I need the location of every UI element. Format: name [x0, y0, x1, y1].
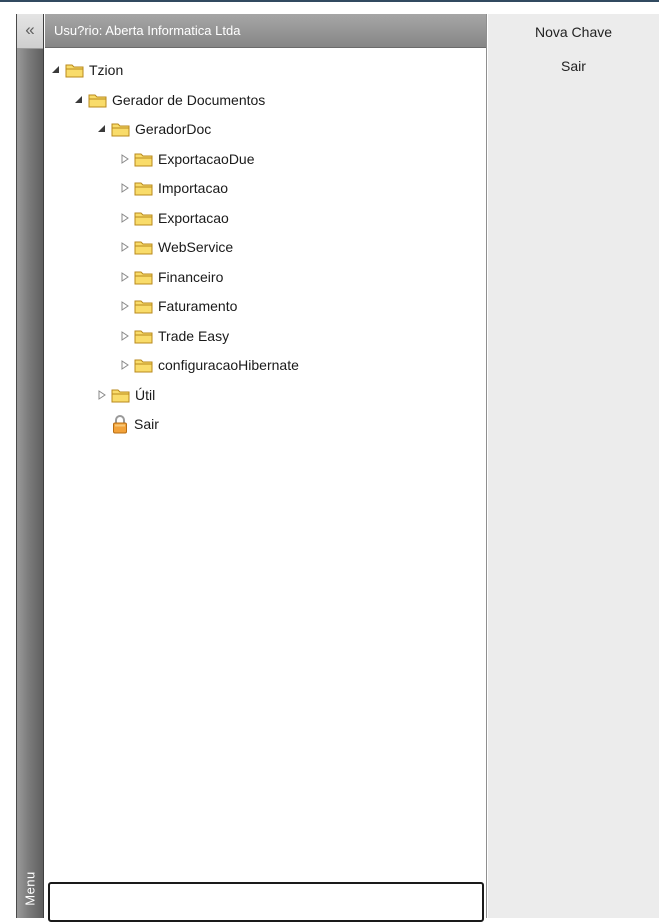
tree-panel: Usu?rio: Aberta Informatica Ltda Tzion G… — [45, 14, 487, 922]
menu-vertical-label: Menu — [22, 871, 38, 906]
tree-node-faturamento[interactable]: Faturamento — [120, 294, 237, 318]
folder-open-icon — [111, 121, 131, 137]
collapsed-arrow-icon[interactable] — [120, 154, 130, 164]
tree-node-label: Gerador de Documentos — [112, 92, 266, 108]
tree-node-gerador-de-documentos[interactable]: Gerador de Documentos — [74, 88, 265, 112]
tree-node-geradordoc[interactable]: GeradorDoc — [97, 117, 211, 141]
tree-node-label: Útil — [135, 387, 156, 403]
collapsed-arrow-icon[interactable] — [120, 183, 130, 193]
folder-icon — [134, 151, 154, 167]
tree-node-label: Tzion — [89, 62, 124, 78]
window-top-border — [0, 0, 659, 2]
tree-node-exportacao[interactable]: Exportacao — [120, 206, 229, 230]
tree-node-label: Financeiro — [158, 269, 224, 285]
tree-node-exportacaodue[interactable]: ExportacaoDue — [120, 147, 255, 171]
tree-node-webservice[interactable]: WebService — [120, 235, 233, 259]
nova-chave-link[interactable]: Nova Chave — [488, 24, 659, 40]
folder-icon — [134, 328, 154, 344]
tree-node-configuracaohibernate[interactable]: configuracaoHibernate — [120, 353, 299, 377]
collapsed-arrow-icon[interactable] — [120, 272, 130, 282]
tree-node-trade-easy[interactable]: Trade Easy — [120, 324, 229, 348]
tree-node-label: GeradorDoc — [135, 121, 212, 137]
tree-node-label: Exportacao — [158, 210, 229, 226]
collapsed-arrow-icon[interactable] — [120, 242, 130, 252]
bottom-input-box[interactable] — [48, 882, 484, 922]
right-action-panel: Nova Chave Sair — [488, 14, 659, 918]
collapsed-arrow-icon[interactable] — [120, 360, 130, 370]
tree-node-importacao[interactable]: Importacao — [120, 176, 228, 200]
sair-link[interactable]: Sair — [488, 58, 659, 74]
expanded-arrow-icon[interactable] — [97, 124, 107, 134]
folder-icon — [134, 210, 154, 226]
tree-node-label: WebService — [158, 239, 234, 255]
collapsed-arrow-icon[interactable] — [120, 301, 130, 311]
folder-icon — [134, 180, 154, 196]
collapsed-arrow-icon[interactable] — [97, 390, 107, 400]
tree-node-label: Trade Easy — [158, 328, 230, 344]
expanded-arrow-icon[interactable] — [51, 65, 61, 75]
folder-icon — [134, 239, 154, 255]
folder-open-icon — [65, 62, 85, 78]
folder-icon — [111, 387, 131, 403]
tree-node-sair[interactable]: Sair — [111, 412, 159, 436]
collapse-menu-button[interactable]: « — [17, 14, 43, 49]
tree-node-util[interactable]: Útil — [97, 383, 155, 407]
collapsed-menu-bar[interactable]: « Menu — [16, 14, 44, 918]
tree-node-label: Faturamento — [158, 298, 238, 314]
expanded-arrow-icon[interactable] — [74, 95, 84, 105]
folder-icon — [134, 269, 154, 285]
collapsed-arrow-icon[interactable] — [120, 331, 130, 341]
tree-node-label: Sair — [134, 416, 159, 432]
folder-icon — [134, 357, 154, 373]
tree-node-tzion[interactable]: Tzion — [51, 58, 123, 82]
tree-node-financeiro[interactable]: Financeiro — [120, 265, 223, 289]
collapsed-arrow-icon[interactable] — [120, 213, 130, 223]
folder-icon — [134, 298, 154, 314]
tree-node-label: ExportacaoDue — [158, 151, 255, 167]
lock-icon — [111, 414, 129, 434]
tree-node-label: configuracaoHibernate — [158, 357, 299, 373]
tree-node-label: Importacao — [158, 180, 229, 196]
folder-open-icon — [88, 92, 108, 108]
user-header: Usu?rio: Aberta Informatica Ltda — [45, 14, 486, 48]
